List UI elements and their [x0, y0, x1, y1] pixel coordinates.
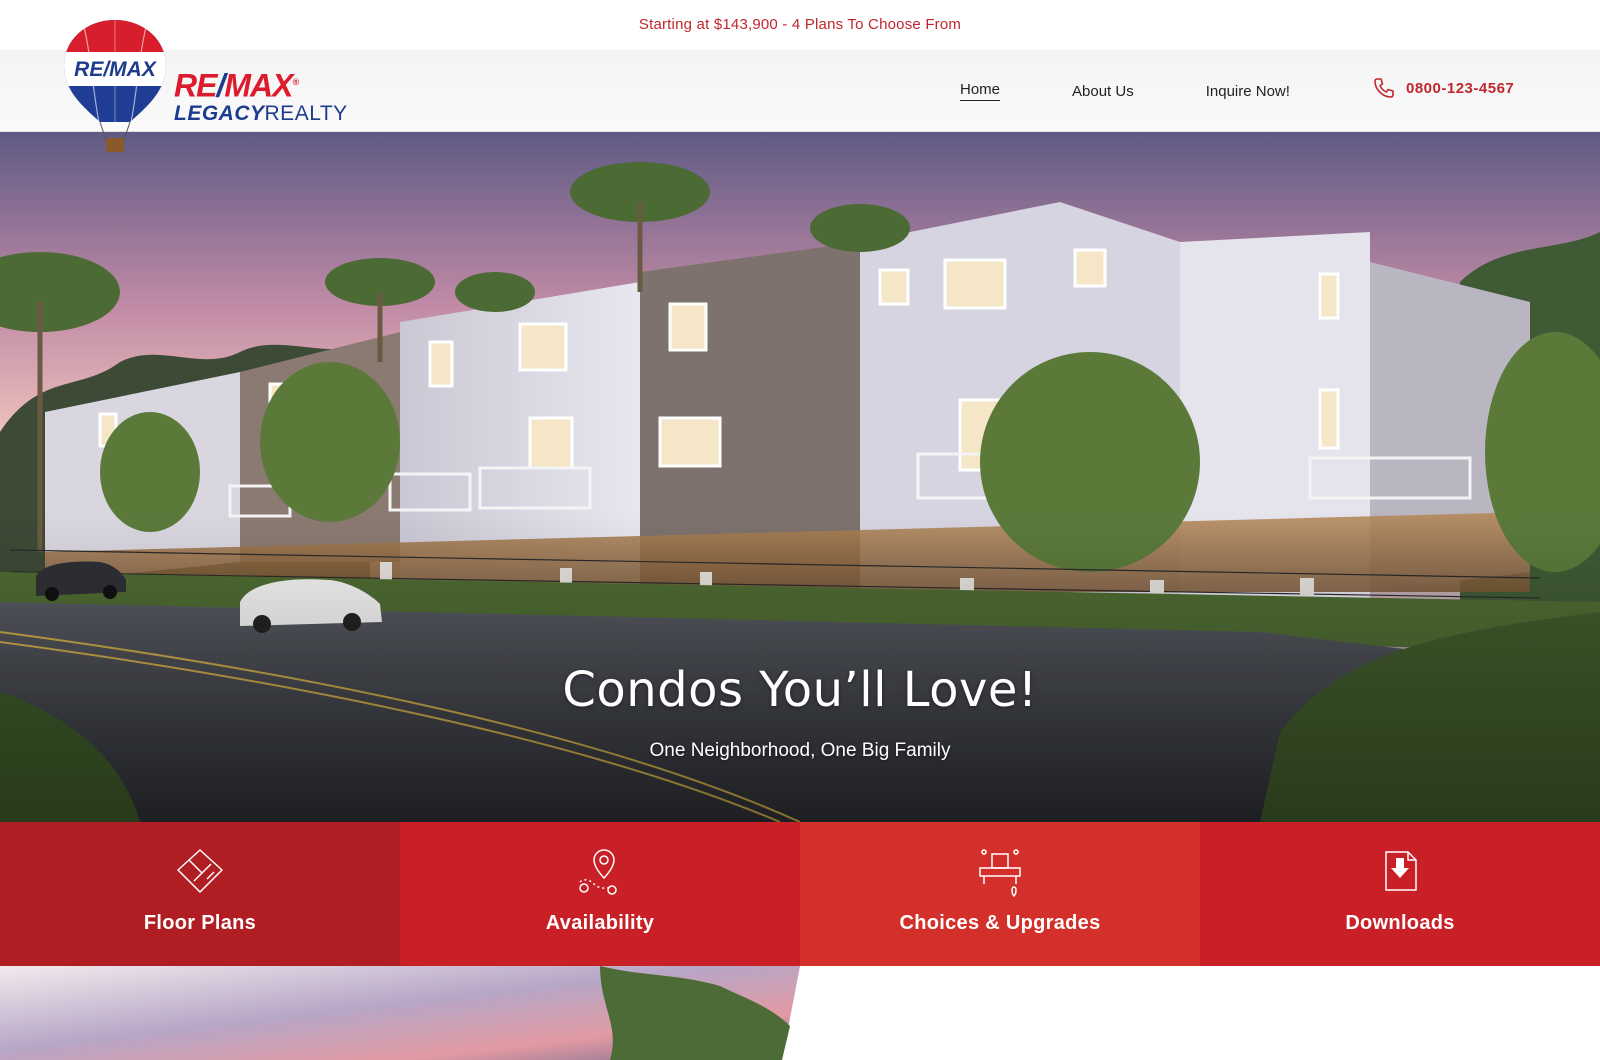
remax-logo[interactable]: RE/MAX RE/MAX® LEGACYREALTY	[62, 18, 362, 158]
phone-icon	[1374, 78, 1394, 98]
hero-title: Condos You’ll Love!	[562, 662, 1038, 718]
brand-remax: RE/MAX®	[174, 67, 299, 104]
tile-availability[interactable]: Availability	[400, 822, 800, 966]
nav-about-link[interactable]: About Us	[1072, 83, 1134, 100]
brand-legacy-realty: LEGACYREALTY	[174, 101, 348, 125]
tile-floor-plans-label: Floor Plans	[143, 912, 257, 934]
nav-home-link[interactable]: Home	[960, 81, 1001, 101]
tile-floor-plans[interactable]: Floor Plans	[0, 822, 400, 966]
phone-contact[interactable]: 0800-123-4567	[1372, 76, 1514, 100]
brand-wordmark: RE/MAX® LEGACYREALTY	[174, 66, 348, 126]
tile-choices-upgrades-label: Choices & Upgrades	[899, 912, 1101, 934]
feature-tiles: Floor Plans Availability Choices & Upgra…	[0, 822, 1600, 966]
kitchen-icon	[979, 849, 1021, 898]
map-pin-icon	[579, 849, 617, 895]
tile-availability-label: Availability	[545, 912, 655, 934]
section-image	[0, 966, 800, 1060]
tile-downloads-label: Downloads	[1345, 912, 1455, 934]
tile-choices-upgrades[interactable]: Choices & Upgrades	[800, 822, 1200, 966]
nav-menu: Home About Us Inquire Now!	[960, 50, 1362, 132]
announcement-text: Starting at $143,900 - 4 Plans To Choose…	[638, 16, 962, 33]
hero-section: Condos You’ll Love! One Neighborhood, On…	[0, 132, 1600, 822]
balloon-icon: RE/MAX	[64, 20, 166, 152]
tile-downloads[interactable]: Downloads	[1200, 822, 1600, 966]
next-section-preview	[0, 966, 1600, 1060]
nav-inquire-link[interactable]: Inquire Now!	[1206, 83, 1290, 100]
floor-plan-icon	[177, 849, 223, 893]
download-file-icon	[1385, 851, 1417, 891]
balloon-text: RE/MAX	[74, 58, 158, 81]
hero-background-image	[0, 132, 1600, 822]
hero-subtitle: One Neighborhood, One Big Family	[649, 740, 951, 761]
phone-number[interactable]: 0800-123-4567	[1406, 80, 1514, 97]
